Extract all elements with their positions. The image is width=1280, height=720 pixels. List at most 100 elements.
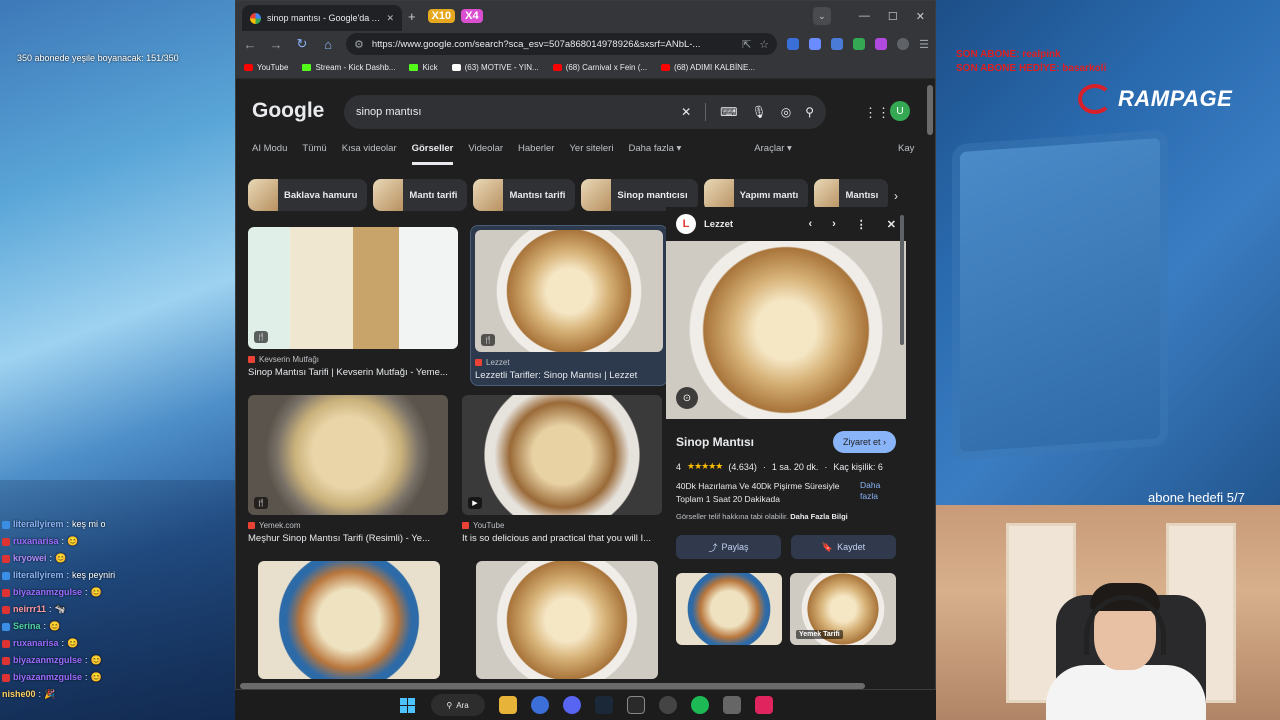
microphone-icon[interactable]: 🎙 xyxy=(751,105,766,119)
chat-username[interactable]: literallyirem xyxy=(13,567,64,584)
obs-icon[interactable] xyxy=(658,696,677,714)
minimize-icon[interactable]: — xyxy=(859,10,870,22)
learn-more-link[interactable]: Daha Fazla Bilgi xyxy=(790,512,848,521)
chat-text: 😊 xyxy=(90,672,102,682)
browser-tab[interactable]: sinop mantısı - Google'da Ara ✕ xyxy=(242,5,402,31)
chat-username[interactable]: Serina xyxy=(13,618,41,635)
spotify-icon[interactable] xyxy=(690,696,709,714)
bookmark-motive[interactable]: (63) MOTIVE - YIN... xyxy=(451,63,539,72)
tab-short-videos[interactable]: Kısa videolar xyxy=(342,143,397,165)
profile-icon[interactable] xyxy=(897,38,910,50)
preview-image[interactable]: ⊙ xyxy=(666,241,906,419)
settings-icon[interactable] xyxy=(722,696,741,714)
panel-source[interactable]: Lezzet xyxy=(704,219,733,230)
lens-icon[interactable]: ⊙ xyxy=(676,387,698,409)
menu-icon[interactable]: ☰ xyxy=(919,38,929,51)
tab-news[interactable]: Haberler xyxy=(518,143,554,165)
tab-images[interactable]: Görseller xyxy=(411,143,454,165)
extension-icon[interactable] xyxy=(787,38,800,50)
chat-username[interactable]: nishe00 xyxy=(2,686,36,703)
search-icon[interactable]: ⚲ xyxy=(805,105,814,119)
image-result[interactable]: ▶ YouTube It is so delicious and practic… xyxy=(462,395,662,544)
avatar[interactable]: U xyxy=(890,101,910,121)
chat-username[interactable]: ruxanarisa xyxy=(13,635,59,652)
reload-icon[interactable]: ↻ xyxy=(294,36,310,52)
share-label: Paylaş xyxy=(721,542,749,552)
extension-icon[interactable] xyxy=(809,38,822,50)
tab-places[interactable]: Yer siteleri xyxy=(569,143,613,165)
chat-username[interactable]: kryowei xyxy=(13,550,47,567)
extension-icon[interactable] xyxy=(875,38,888,50)
epic-games-icon[interactable] xyxy=(626,696,645,714)
tab-more[interactable]: Daha fazla ▾ xyxy=(628,143,681,165)
site-info-icon[interactable]: ⚙ xyxy=(354,38,364,51)
horizontal-scrollbar[interactable] xyxy=(240,683,865,689)
close-window-icon[interactable]: ✕ xyxy=(916,10,925,23)
bookmark-youtube[interactable]: YouTube xyxy=(244,63,288,72)
discord-icon[interactable] xyxy=(562,696,581,714)
chevron-right-icon[interactable]: › xyxy=(894,189,898,203)
home-icon[interactable]: ⌂ xyxy=(320,37,336,52)
bookmark-kick[interactable]: Kick xyxy=(409,63,438,72)
image-result[interactable] xyxy=(476,561,658,679)
back-icon[interactable]: ← xyxy=(242,37,258,52)
new-tab-button[interactable]: + xyxy=(408,9,416,24)
title-bar: sinop mantısı - Google'da Ara ✕ + X10 X4… xyxy=(236,1,935,31)
bookmark-icon[interactable]: ☆ xyxy=(759,38,769,51)
address-bar[interactable]: ⚙ https://www.google.com/search?sca_esv=… xyxy=(346,33,778,55)
image-result[interactable]: 🍴 Kevserin Mutfağı Sinop Mantısı Tarifi … xyxy=(248,227,458,378)
next-icon[interactable]: › xyxy=(832,218,836,231)
chat-username[interactable]: biyazanmzgulse xyxy=(13,584,82,601)
chip[interactable]: Baklava hamuru xyxy=(248,179,368,211)
bookmark-adimi-kalbine[interactable]: (68) ADIMI KALBİNE... xyxy=(661,63,755,72)
panel-scrollbar[interactable] xyxy=(900,215,904,345)
image-result-selected[interactable]: 🍴 Lezzet Lezzetli Tarifler: Sinop Mantıs… xyxy=(470,225,668,386)
image-result[interactable] xyxy=(258,561,440,679)
chat-username[interactable]: biyazanmzgulse xyxy=(13,669,82,686)
image-result[interactable]: 🍴 Yemek.com Meşhur Sinop Mantısı Tarifi … xyxy=(248,395,448,544)
saved-button[interactable]: Kay xyxy=(898,143,914,162)
start-icon[interactable] xyxy=(399,696,417,714)
file-explorer-icon[interactable] xyxy=(498,696,517,714)
chip[interactable]: Mantısı tarifi xyxy=(473,179,576,211)
browser-icon[interactable] xyxy=(530,696,549,714)
clear-icon[interactable]: ✕ xyxy=(681,105,691,119)
tools-button[interactable]: Araçlar ▾ xyxy=(754,143,792,165)
extensions-puzzle-icon[interactable] xyxy=(831,38,844,50)
chat-username[interactable]: biyazanmzgulse xyxy=(13,652,82,669)
install-icon[interactable]: ⇱ xyxy=(742,38,751,51)
close-icon[interactable]: ✕ xyxy=(887,218,896,231)
chat-username[interactable]: neirrr11 xyxy=(13,601,46,618)
keyboard-icon[interactable]: ⌨ xyxy=(720,105,737,119)
bookmark-carnival[interactable]: (68) Carnival x Fein (... xyxy=(552,63,647,72)
share-button[interactable]: ⤴ Paylaş xyxy=(676,535,781,559)
chat-username[interactable]: ruxanarisa xyxy=(13,533,59,550)
chat-username[interactable]: literallyirem xyxy=(13,516,64,533)
chat-message: nishe00: 🎉 xyxy=(2,686,234,703)
bookmark-kick-dashboard[interactable]: Stream - Kick Dashb... xyxy=(302,63,395,72)
tab-search-icon[interactable]: ⌄ xyxy=(812,7,831,25)
page-icon xyxy=(451,64,461,71)
close-icon[interactable]: ✕ xyxy=(386,13,394,24)
tab-videos[interactable]: Videolar xyxy=(468,143,503,165)
related-image[interactable]: Yemek Tarifi xyxy=(790,573,896,645)
previous-icon[interactable]: ‹ xyxy=(808,218,812,231)
forward-icon[interactable]: → xyxy=(268,37,284,52)
labs-flask-icon[interactable] xyxy=(853,38,866,50)
visit-button[interactable]: Ziyaret et › xyxy=(832,431,896,453)
maximize-icon[interactable]: ☐ xyxy=(888,10,898,23)
tab-ai-mode[interactable]: AI Modu xyxy=(252,143,287,165)
page-scrollbar[interactable] xyxy=(927,85,933,135)
steam-icon[interactable] xyxy=(594,696,613,714)
tab-all[interactable]: Tümü xyxy=(302,143,326,165)
save-button[interactable]: 🔖 Kaydet xyxy=(791,535,896,559)
more-link[interactable]: Daha fazla xyxy=(860,480,896,506)
chip[interactable]: Mantı tarifi xyxy=(373,179,468,211)
more-options-icon[interactable]: ⋮ xyxy=(856,218,867,231)
app-icon[interactable] xyxy=(754,696,773,714)
lens-icon[interactable]: ◎ xyxy=(781,105,791,119)
taskbar-search[interactable]: ⚲ Ara xyxy=(430,694,485,716)
related-image[interactable] xyxy=(676,573,782,645)
google-logo[interactable]: Google xyxy=(252,99,324,123)
search-input[interactable] xyxy=(356,106,668,118)
